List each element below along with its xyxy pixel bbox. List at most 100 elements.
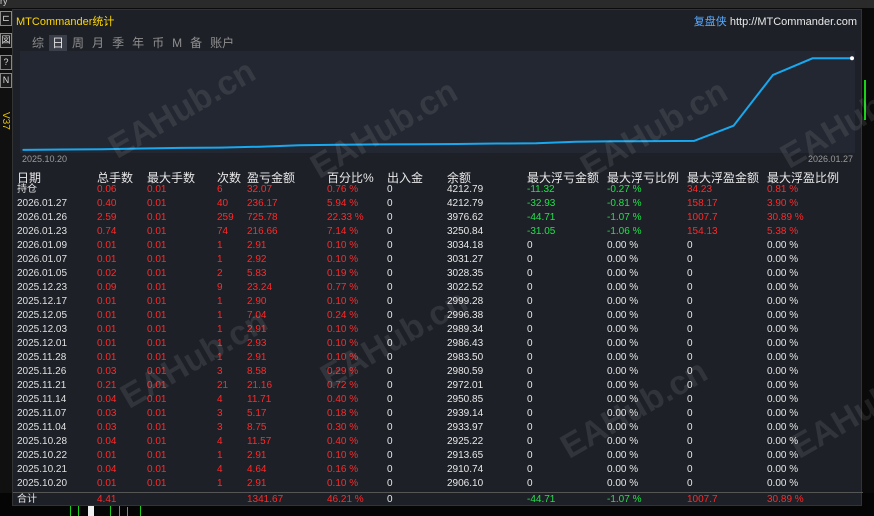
- cell-max-lots: 0.01: [147, 324, 167, 335]
- cell-pct: 0.10 %: [327, 324, 359, 335]
- table-row[interactable]: 持仓 0.06 0.01 6 32.07 0.76 % 0 4212.79 -11.32 -0.2…: [13, 183, 863, 197]
- cell-date: 2025.11.21: [17, 380, 67, 391]
- table-row[interactable]: 2025.11.14 0.04 0.01 4 11.71 0.40 % 0 2950.85 0 0…: [13, 393, 863, 407]
- cell-max-float-loss: 0: [527, 422, 533, 433]
- cell-max-float-profit-pct: 0.00 %: [767, 366, 799, 377]
- balance-point: [693, 140, 695, 142]
- tab-4[interactable]: 季: [109, 35, 127, 51]
- table-row[interactable]: 2025.10.21 0.04 0.01 4 4.64 0.16 % 0 2910.74 0 0.…: [13, 463, 863, 477]
- table-row[interactable]: 2025.10.20 0.01 0.01 1 2.91 0.10 % 0 2906.10 0 0.…: [13, 477, 863, 491]
- brand-link[interactable]: 复盘侠 http://MTCommander.com: [694, 13, 857, 29]
- cell-pnl: 2.92: [247, 254, 267, 265]
- tab-3[interactable]: 月: [89, 35, 107, 51]
- balance-point: [180, 147, 182, 149]
- cell-count: 1: [217, 310, 223, 321]
- cell-balance: 2983.50: [447, 352, 484, 363]
- cell-lots: 0.01: [97, 254, 117, 265]
- cell-flow: 0: [387, 198, 393, 209]
- cell-flow: 0: [387, 394, 393, 405]
- table-row[interactable]: 2025.12.17 0.01 0.01 1 2.90 0.10 % 0 2999.28 0 0.…: [13, 295, 863, 309]
- cell-pct: 0.16 %: [327, 464, 359, 475]
- cell-date: 2025.12.17: [17, 296, 68, 307]
- cell-max-float-loss-pct: 0.00 %: [607, 394, 639, 405]
- cell-pct: 0.10 %: [327, 254, 359, 265]
- cell-max-float-profit: 0: [687, 422, 693, 433]
- cell-max-float-loss-pct: -1.06 %: [607, 226, 642, 237]
- cell-max-float-profit-pct: 3.90 %: [767, 198, 799, 209]
- table-row[interactable]: 2025.12.01 0.01 0.01 1 2.93 0.10 % 0 2986.43 0 0.…: [13, 337, 863, 351]
- panel-title: MTCommander统计: [16, 16, 115, 28]
- cell-count: 2: [217, 268, 223, 279]
- table-row[interactable]: 2026.01.07 0.01 0.01 1 2.92 0.10 % 0 3031.27 0 0.…: [13, 253, 863, 267]
- tab-0[interactable]: 综: [29, 35, 47, 51]
- toolbar-button-4[interactable]: N: [0, 73, 12, 88]
- table-row[interactable]: 2025.11.04 0.03 0.01 3 8.75 0.30 % 0 2933.97 0 0.…: [13, 421, 863, 435]
- table-row[interactable]: 2025.12.23 0.09 0.01 9 23.24 0.77 % 0 3022.52 0 0…: [13, 281, 863, 295]
- cell-pct: 0.19 %: [327, 268, 359, 279]
- table-row[interactable]: 2025.10.28 0.04 0.01 4 11.57 0.40 % 0 2925.22 0 0…: [13, 435, 863, 449]
- cell-max-float-loss: 0: [527, 352, 533, 363]
- total-row: 合计 4.41 1341.67 46.21 % 0 -44.71 -1.07 %…: [13, 492, 863, 507]
- cell-pct: 0.10 %: [327, 296, 359, 307]
- total-lots: 4.41: [97, 494, 117, 505]
- cell-date: 2026.01.26: [17, 212, 68, 223]
- cell-pct: 0.72 %: [327, 380, 359, 391]
- table-row[interactable]: 2026.01.05 0.02 0.01 2 5.83 0.19 % 0 3028.35 0 0.…: [13, 267, 863, 281]
- table-row[interactable]: 2025.11.21 0.21 0.01 21 21.16 0.72 % 0 2972.01 0…: [13, 379, 863, 393]
- cell-max-float-profit: 0: [687, 478, 693, 489]
- cell-max-float-profit-pct: 0.00 %: [767, 310, 799, 321]
- cell-count: 1: [217, 338, 223, 349]
- cell-max-float-loss-pct: 0.00 %: [607, 240, 639, 251]
- toolbar-button-2[interactable]: 図: [0, 33, 12, 48]
- table-row[interactable]: 2025.12.03 0.01 0.01 1 2.91 0.10 % 0 2989.34 0 0.…: [13, 323, 863, 337]
- cell-count: 1: [217, 296, 223, 307]
- cell-pnl: 11.71: [247, 394, 272, 405]
- cell-balance: 2972.01: [447, 380, 484, 391]
- cell-max-float-profit-pct: 0.00 %: [767, 240, 799, 251]
- cell-pnl: 7.04: [247, 310, 267, 321]
- cell-pct: 0.40 %: [327, 394, 359, 405]
- cell-max-float-loss: 0: [527, 240, 533, 251]
- total-max-float-loss: -44.71: [527, 494, 556, 505]
- cell-count: 9: [217, 282, 223, 293]
- cell-max-float-loss: -44.71: [527, 212, 556, 223]
- tab-9[interactable]: 账户: [207, 35, 237, 51]
- table-row[interactable]: 2025.10.22 0.01 0.01 1 2.91 0.10 % 0 2913.65 0 0.…: [13, 449, 863, 463]
- cell-count: 4: [217, 394, 223, 405]
- help-button[interactable]: ?: [0, 55, 12, 70]
- table-row[interactable]: 2025.11.26 0.03 0.01 3 8.58 0.29 % 0 2980.59 0 0.…: [13, 365, 863, 379]
- table-row[interactable]: 2026.01.27 0.40 0.01 40 236.17 5.94 % 0 4212.79…: [13, 197, 863, 211]
- cell-flow: 0: [387, 268, 393, 279]
- table-row[interactable]: 2025.11.07 0.03 0.01 3 5.17 0.18 % 0 2939.14 0 0.…: [13, 407, 863, 421]
- cell-pct: 0.40 %: [327, 436, 359, 447]
- balance-point: [416, 143, 419, 146]
- tab-8[interactable]: 备: [187, 35, 205, 51]
- table-row[interactable]: 2025.12.05 0.01 0.01 1 7.04 0.24 % 0 2996.38 0 0.…: [13, 309, 863, 323]
- cell-max-float-profit: 154.13: [687, 226, 718, 237]
- table-row[interactable]: 2025.11.28 0.01 0.01 1 2.91 0.10 % 0 2983.50 0 0.…: [13, 351, 863, 365]
- table-row[interactable]: 2026.01.26 2.59 0.01 259 725.78 22.33 % 0 3976.…: [13, 211, 863, 225]
- tab-5[interactable]: 年: [129, 35, 147, 51]
- balance-point: [22, 149, 24, 151]
- cell-lots: 0.40: [97, 198, 117, 209]
- tab-6[interactable]: 币: [149, 35, 167, 51]
- cell-max-float-profit-pct: 0.00 %: [767, 408, 799, 419]
- tab-2[interactable]: 周: [69, 35, 87, 51]
- cell-lots: 0.03: [97, 422, 117, 433]
- total-pnl: 1341.67: [247, 494, 284, 505]
- cell-lots: 2.59: [97, 212, 117, 223]
- cell-balance: 3250.84: [447, 226, 484, 237]
- cell-max-lots: 0.01: [147, 422, 167, 433]
- table-row[interactable]: 2026.01.23 0.74 0.01 74 216.66 7.14 % 0 3250.84…: [13, 225, 863, 239]
- cell-balance: 2986.43: [447, 338, 484, 349]
- balance-point: [140, 147, 143, 150]
- cell-max-float-profit-pct: 0.81 %: [767, 184, 799, 195]
- tab-7[interactable]: M: [169, 35, 185, 51]
- table-row[interactable]: 2026.01.09 0.01 0.01 1 2.91 0.10 % 0 3034.18 0 0.…: [13, 239, 863, 253]
- cell-max-lots: 0.01: [147, 282, 167, 293]
- tab-1[interactable]: 日: [49, 35, 68, 51]
- cell-max-lots: 0.01: [147, 184, 167, 195]
- cell-pct: 5.94 %: [327, 198, 359, 209]
- toolbar-button-1[interactable]: ⊏: [0, 11, 12, 26]
- cell-pnl: 2.91: [247, 324, 267, 335]
